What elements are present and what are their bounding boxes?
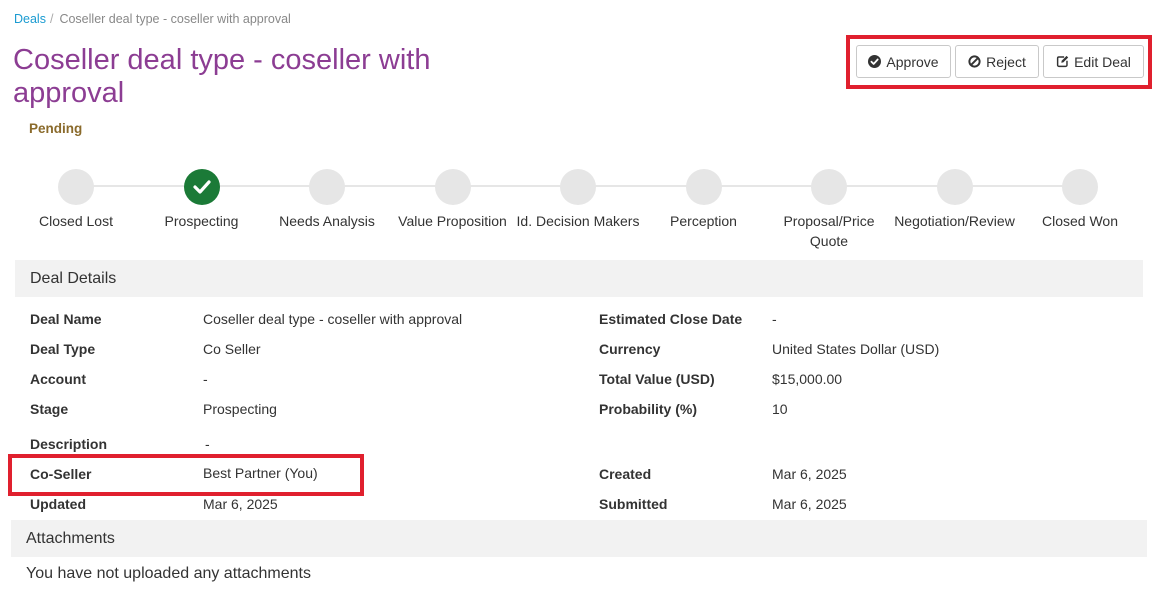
stage-indicator — [58, 169, 94, 205]
ban-icon — [968, 55, 981, 68]
stage-label: Id. Decision Makers — [516, 213, 640, 229]
breadcrumb-deals-link[interactable]: Deals — [14, 12, 46, 26]
stage-step: Closed Won — [1018, 169, 1142, 231]
stage-step: Negotiation/Review — [893, 169, 1017, 231]
deal-type-value: Co Seller — [203, 341, 261, 357]
updated-label: Updated — [30, 496, 86, 512]
stage-label: Proposal/Price Quote — [783, 213, 875, 249]
status-badge: Pending — [29, 121, 83, 136]
created-label: Created — [599, 466, 652, 482]
close-date-label: Estimated Close Date — [599, 311, 743, 327]
check-circle-icon — [868, 55, 882, 68]
stage-indicator — [811, 169, 847, 205]
stage-label: Negotiation/Review — [894, 213, 1015, 229]
edit-deal-button-label: Edit Deal — [1074, 53, 1131, 70]
breadcrumb-current: Coseller deal type - coseller with appro… — [59, 12, 291, 26]
created-value: Mar 6, 2025 — [772, 466, 847, 482]
stage-complete-indicator — [183, 169, 220, 205]
breadcrumb-separator: / — [49, 12, 54, 26]
stage-indicator — [1062, 169, 1098, 205]
stage-value: Prospecting — [203, 401, 277, 417]
reject-button[interactable]: Reject — [955, 45, 1039, 78]
reject-button-label: Reject — [986, 53, 1026, 70]
attachments-empty-message: You have not uploaded any attachments — [26, 565, 311, 582]
breadcrumb: Deals / Coseller deal type - coseller with… — [14, 12, 291, 26]
stage-step: Perception — [642, 169, 766, 231]
stage-indicator — [685, 169, 722, 205]
stage-label: Perception — [670, 213, 737, 229]
total-value-value: $15,000.00 — [772, 371, 843, 387]
coseller-value: Best Partner (You) — [203, 465, 318, 481]
stage-step: Closed Lost — [14, 169, 138, 231]
total-value-label: Total Value (USD) — [599, 371, 715, 387]
stage-label: Closed Lost — [39, 213, 113, 229]
account-label: Account — [30, 371, 86, 387]
edit-deal-button[interactable]: Edit Deal — [1043, 45, 1144, 78]
stage-indicator — [936, 169, 973, 205]
probability-label: Probability (%) — [599, 401, 698, 417]
close-date-value: - — [772, 311, 777, 327]
stage-label: Needs Analysis — [279, 213, 375, 229]
approve-button-label: Approve — [886, 53, 939, 70]
deal-details-title: Deal Details — [30, 269, 117, 287]
stage-indicator — [560, 169, 596, 205]
probability-value: 10 — [772, 401, 788, 417]
stage-label: Value Proposition — [398, 213, 507, 229]
stage-indicator — [309, 169, 345, 205]
deal-name-value: Coseller deal type - coseller with appro… — [203, 311, 463, 327]
stage-step: Needs Analysis — [265, 169, 389, 231]
account-value: - — [203, 371, 208, 387]
stage-indicator — [434, 169, 471, 205]
stage-step: Prospecting — [140, 169, 264, 231]
description-value: - — [205, 436, 210, 452]
stage-label: Prospecting — [164, 213, 239, 229]
submitted-label: Submitted — [599, 496, 668, 512]
currency-label: Currency — [599, 341, 661, 357]
updated-value: Mar 6, 2025 — [203, 496, 278, 512]
stage-step: Id. Decision Makers — [516, 169, 640, 231]
approve-button[interactable]: Approve — [856, 45, 951, 78]
attachments-header: Attachments — [11, 520, 1147, 557]
attachments-title: Attachments — [26, 529, 115, 547]
edit-icon — [1056, 55, 1069, 68]
currency-value: United States Dollar (USD) — [772, 341, 940, 357]
deal-type-label: Deal Type — [30, 341, 96, 357]
page-title: Coseller deal type - coseller with appro… — [13, 44, 431, 109]
submitted-value: Mar 6, 2025 — [772, 496, 847, 512]
stage-step: Proposal/Price Quote — [767, 169, 891, 251]
stage-label: Stage — [30, 401, 69, 417]
deal-name-label: Deal Name — [30, 311, 102, 327]
deal-details-header: Deal Details — [15, 260, 1143, 297]
coseller-label: Co-Seller — [30, 466, 92, 482]
description-label: Description — [30, 436, 108, 452]
stage-label: Closed Won — [1041, 213, 1118, 229]
stage-step: Value Proposition — [391, 169, 515, 231]
